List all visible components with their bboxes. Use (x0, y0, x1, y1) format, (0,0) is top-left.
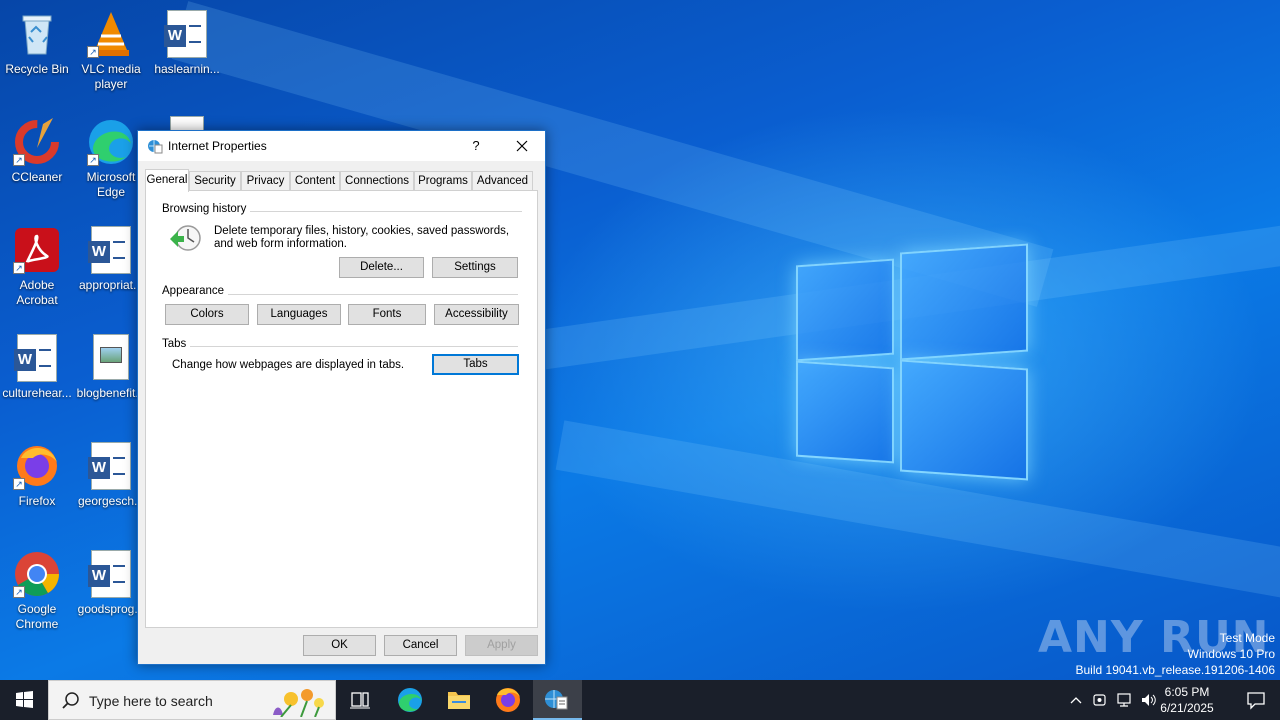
browsing-history-icon (168, 223, 202, 253)
firefox-icon (496, 688, 520, 712)
windows-edition-text: Windows 10 Pro (1187, 647, 1275, 661)
browsing-history-description: Delete temporary files, history, cookies… (214, 225, 510, 250)
folder-icon (448, 692, 470, 709)
desktop-icon-recycle-bin[interactable]: Recycle Bin (0, 4, 74, 77)
taskbar-file-explorer[interactable] (435, 680, 483, 720)
languages-button[interactable]: Languages (257, 304, 341, 325)
tab-privacy[interactable]: Privacy (241, 171, 290, 191)
desktop-icon-firefox[interactable]: ↗ Firefox (0, 436, 74, 509)
windows-logo-wallpaper (796, 242, 1028, 481)
help-button[interactable]: ? (453, 131, 499, 161)
task-view-icon (350, 692, 370, 709)
desktop-icon-label: culturehear... (2, 386, 72, 400)
taskbar-clock[interactable]: 6:05 PM 6/21/2025 (1152, 684, 1222, 716)
taskbar-edge[interactable] (386, 680, 434, 720)
recycle-bin-icon (13, 10, 61, 58)
word-document-icon: W (87, 550, 135, 598)
word-document-icon: W (87, 226, 135, 274)
tab-strip: General Security Privacy Content Connect… (145, 169, 539, 192)
history-settings-button[interactable]: Settings (432, 257, 518, 278)
tab-security[interactable]: Security (189, 171, 241, 191)
browsing-history-label: Browsing history (162, 203, 251, 215)
desktop-icon-ccleaner[interactable]: ↗ CCleaner (0, 112, 74, 185)
start-button[interactable] (0, 680, 48, 720)
desktop-icon-label: Google Chrome (15, 602, 59, 631)
tab-advanced[interactable]: Advanced (472, 171, 533, 191)
internet-properties-icon (147, 138, 163, 154)
desktop-icon-label: VLC media player (81, 62, 141, 91)
desktop-icon-google-chrome[interactable]: ↗ Google Chrome (0, 544, 74, 632)
tab-general[interactable]: General (145, 169, 189, 192)
tabs-description: Change how webpages are displayed in tab… (172, 359, 405, 371)
clock-time: 6:05 PM (1164, 685, 1210, 699)
internet-properties-icon (545, 690, 568, 710)
tray-app-icon[interactable] (1092, 692, 1108, 708)
tab-connections[interactable]: Connections (340, 171, 414, 191)
edge-icon: ↗ (87, 118, 135, 166)
colors-button[interactable]: Colors (165, 304, 249, 325)
action-center-button[interactable] (1246, 690, 1266, 710)
show-hidden-icons-chevron-icon[interactable] (1068, 692, 1084, 708)
delete-button[interactable]: Delete... (339, 257, 424, 278)
desktop-icon-vlc[interactable]: ↗ VLC media player (74, 4, 148, 92)
accessibility-button[interactable]: Accessibility (434, 304, 519, 325)
cancel-button[interactable]: Cancel (384, 635, 457, 656)
search-placeholder: Type here to search (89, 693, 213, 709)
desktop-icon-label: CCleaner (11, 170, 63, 184)
word-document-icon: W (163, 10, 211, 58)
close-button[interactable] (499, 131, 545, 161)
vlc-icon: ↗ (87, 10, 135, 58)
desktop-icon-label: Adobe Acrobat (16, 278, 58, 307)
windows-start-icon (16, 691, 33, 708)
desktop-icon-adobe-acrobat[interactable]: ↗ Adobe Acrobat (0, 220, 74, 308)
build-text: Build 19041.vb_release.191206-1406 (1075, 663, 1276, 677)
network-icon[interactable] (1116, 692, 1132, 708)
chrome-icon: ↗ (13, 550, 61, 598)
test-mode-text: Test Mode (1219, 631, 1275, 645)
image-file-icon (87, 334, 135, 382)
ccleaner-icon: ↗ (13, 118, 61, 166)
desktop-icon-label: haslearnin... (154, 62, 220, 76)
dialog-titlebar[interactable]: Internet Properties ? (138, 131, 545, 161)
tabs-settings-button[interactable]: Tabs (432, 354, 519, 375)
taskbar-search-box[interactable]: Type here to search (48, 680, 336, 720)
ok-button[interactable]: OK (303, 635, 376, 656)
firefox-icon: ↗ (13, 442, 61, 490)
desktop-icon-haslearnin[interactable]: W haslearnin... (150, 4, 224, 77)
word-document-icon: W (87, 442, 135, 490)
internet-properties-dialog: Internet Properties ? General Security P… (137, 130, 546, 665)
system-info-watermark: Test Mode Windows 10 Pro Build 19041.vb_… (1076, 630, 1276, 678)
notification-icon (1247, 692, 1265, 710)
apply-button[interactable]: Apply (465, 635, 538, 656)
appearance-label: Appearance (162, 285, 229, 297)
desktop-icon-culturehear[interactable]: W culturehear... (0, 328, 74, 401)
search-highlight-flowers-icon (261, 683, 333, 718)
close-icon (516, 140, 528, 152)
dialog-title: Internet Properties (168, 139, 267, 153)
word-document-icon: W (13, 334, 61, 382)
tabs-group-label: Tabs (162, 338, 191, 350)
tab-content[interactable]: Content (290, 171, 340, 191)
adobe-acrobat-icon: ↗ (13, 226, 61, 274)
edge-icon (398, 688, 422, 712)
fonts-button[interactable]: Fonts (348, 304, 426, 325)
tab-programs[interactable]: Programs (414, 171, 472, 191)
task-view-button[interactable] (336, 680, 384, 720)
desktop-icon-label: Firefox (18, 494, 56, 508)
system-tray: 6:05 PM 6/21/2025 (1060, 680, 1280, 720)
taskbar-internet-properties[interactable] (533, 680, 582, 720)
taskbar: Type here to search 6:05 PM 6/21/2025 (0, 680, 1280, 720)
taskbar-firefox[interactable] (484, 680, 532, 720)
desktop-icon-label: Recycle Bin (5, 62, 69, 76)
clock-date: 6/21/2025 (1160, 701, 1214, 715)
search-icon (62, 692, 79, 709)
general-tab-panel: Browsing history Delete temporary files,… (145, 190, 538, 628)
